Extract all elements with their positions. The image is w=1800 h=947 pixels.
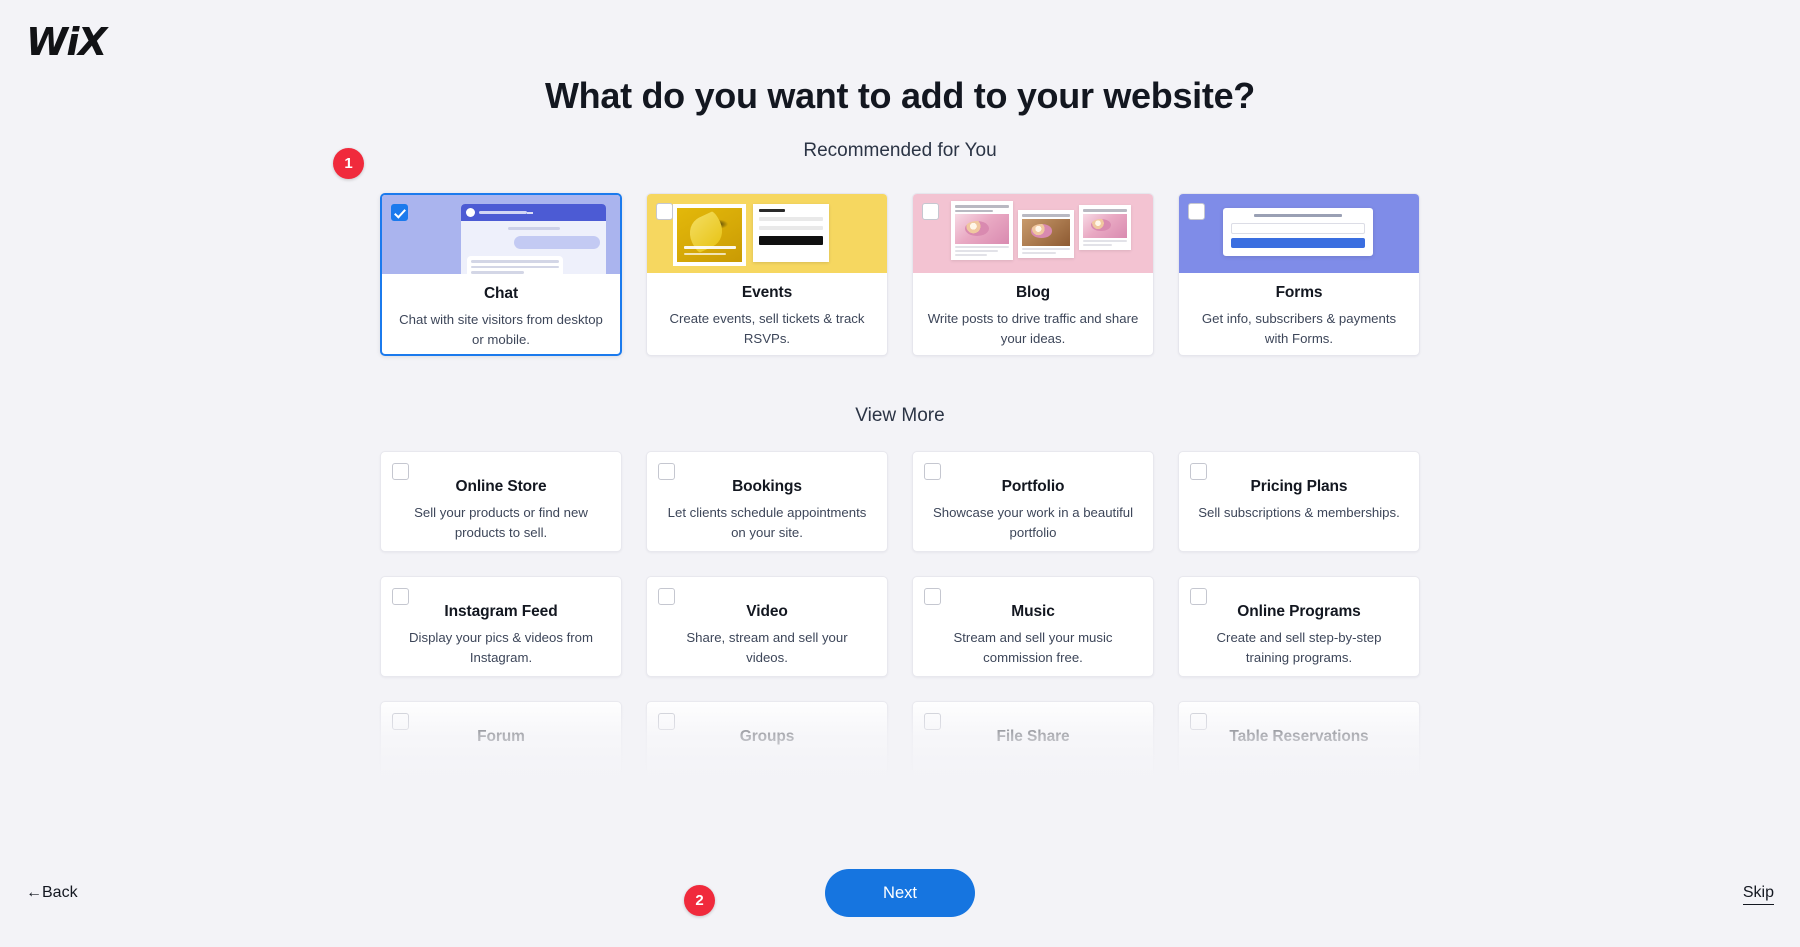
card-description: Create events, sell tickets & track RSVP… [669, 311, 865, 347]
card-description: Stream and sell your music commission fr… [953, 630, 1113, 666]
wix-logo-text: WiX [26, 20, 107, 64]
card-title: Pricing Plans [1250, 478, 1348, 495]
card-title: Online Programs [1237, 603, 1361, 620]
card-description: Sell your products or find new products … [414, 505, 588, 541]
annotation-badge-1: 1 [333, 148, 364, 179]
card-music[interactable]: Music Stream and sell your music commiss… [912, 576, 1154, 677]
checkbox-forms[interactable] [1188, 203, 1205, 220]
card-video[interactable]: Video Share, stream and sell your videos… [646, 576, 888, 677]
recommended-section-label: Recommended for You [803, 140, 997, 161]
checkbox-forum[interactable] [392, 713, 409, 730]
card-file-share[interactable]: File Share [912, 701, 1154, 792]
card-description: Chat with site visitors from desktop or … [399, 312, 603, 348]
card-title: Music [1011, 603, 1055, 620]
cards-content: Recommended for You Chat Chat with site … [370, 140, 1430, 792]
card-title: Bookings [732, 478, 802, 495]
checkbox-pricing-plans[interactable] [1190, 463, 1207, 480]
skip-button[interactable]: Skip [1742, 884, 1774, 905]
card-title: Instagram Feed [444, 603, 558, 620]
card-title: Table Reservations [1229, 728, 1369, 745]
card-description: Showcase your work in a beautiful portfo… [932, 505, 1134, 541]
checkbox-instagram-feed[interactable] [392, 588, 409, 605]
card-description: Create and sell step-by-step training pr… [1216, 630, 1382, 666]
back-button[interactable]: ←Back [26, 884, 78, 902]
card-table-reservations[interactable]: Table Reservations [1178, 701, 1420, 792]
recommended-grid: Chat Chat with site visitors from deskto… [370, 193, 1430, 356]
card-online-store[interactable]: Online Store Sell your products or find … [380, 451, 622, 552]
checkbox-bookings[interactable] [658, 463, 675, 480]
card-title: Blog [1015, 284, 1051, 301]
forms-illustration [1223, 208, 1373, 256]
wix-logo[interactable]: WiX [26, 20, 107, 64]
thumbnail-events [647, 194, 887, 273]
card-description: Get info, subscribers & payments with Fo… [1201, 311, 1397, 347]
card-title: Forum [477, 728, 525, 745]
next-button[interactable]: Next [825, 869, 975, 917]
footer-bar: ←Back Next Skip [0, 829, 1800, 947]
cards-viewport[interactable]: Recommended for You Chat Chat with site … [0, 140, 1800, 792]
checkbox-groups[interactable] [658, 713, 675, 730]
annotation-badge-2: 2 [684, 885, 715, 916]
card-chat[interactable]: Chat Chat with site visitors from deskto… [380, 193, 622, 356]
checkbox-portfolio[interactable] [924, 463, 941, 480]
card-title: Groups [739, 728, 795, 745]
checkbox-blog[interactable] [922, 203, 939, 220]
card-title: Chat [483, 285, 519, 302]
view-more-section-label: View More [855, 405, 945, 426]
checkbox-video[interactable] [658, 588, 675, 605]
view-more-grid: Online Store Sell your products or find … [370, 451, 1430, 792]
card-title: File Share [996, 728, 1070, 745]
card-instagram-feed[interactable]: Instagram Feed Display your pics & video… [380, 576, 622, 677]
card-online-programs[interactable]: Online Programs Create and sell step-by-… [1178, 576, 1420, 677]
card-description: Display your pics & videos from Instagra… [409, 630, 593, 666]
page-title: What do you want to add to your website? [545, 75, 1255, 116]
checkbox-file-share[interactable] [924, 713, 941, 730]
card-forms[interactable]: Forms Get info, subscribers & payments w… [1178, 193, 1420, 356]
checkbox-online-programs[interactable] [1190, 588, 1207, 605]
onboarding-page: WiX What do you want to add to your webs… [0, 0, 1800, 947]
checkbox-table-reservations[interactable] [1190, 713, 1207, 730]
checkbox-online-store[interactable] [392, 463, 409, 480]
card-blog[interactable]: Blog Write posts to drive traffic and sh… [912, 193, 1154, 356]
card-bookings[interactable]: Bookings Let clients schedule appointmen… [646, 451, 888, 552]
checkbox-chat[interactable] [391, 204, 408, 221]
events-illustration [673, 204, 829, 266]
card-title: Online Store [455, 478, 547, 495]
checkbox-events[interactable] [656, 203, 673, 220]
thumbnail-blog [913, 194, 1153, 273]
card-description: Let clients schedule appointments on you… [667, 505, 867, 541]
card-events[interactable]: Events Create events, sell tickets & tra… [646, 193, 888, 356]
thumbnail-chat [382, 195, 620, 274]
chat-minimize-icon [527, 211, 533, 214]
card-description: Share, stream and sell your videos. [686, 630, 848, 666]
card-groups[interactable]: Groups [646, 701, 888, 792]
chat-widget-illustration [461, 204, 606, 274]
chat-avatar-icon [466, 208, 475, 217]
card-description: Write posts to drive traffic and share y… [927, 311, 1139, 347]
card-description: Sell subscriptions & memberships. [1198, 505, 1400, 520]
card-title: Video [746, 603, 788, 620]
thumbnail-forms [1179, 194, 1419, 273]
card-forum[interactable]: Forum [380, 701, 622, 792]
card-title: Portfolio [1001, 478, 1065, 495]
card-title: Forms [1275, 284, 1323, 301]
checkbox-music[interactable] [924, 588, 941, 605]
card-portfolio[interactable]: Portfolio Showcase your work in a beauti… [912, 451, 1154, 552]
card-title: Events [741, 284, 793, 301]
card-pricing-plans[interactable]: Pricing Plans Sell subscriptions & membe… [1178, 451, 1420, 552]
blog-illustration [951, 201, 1131, 260]
